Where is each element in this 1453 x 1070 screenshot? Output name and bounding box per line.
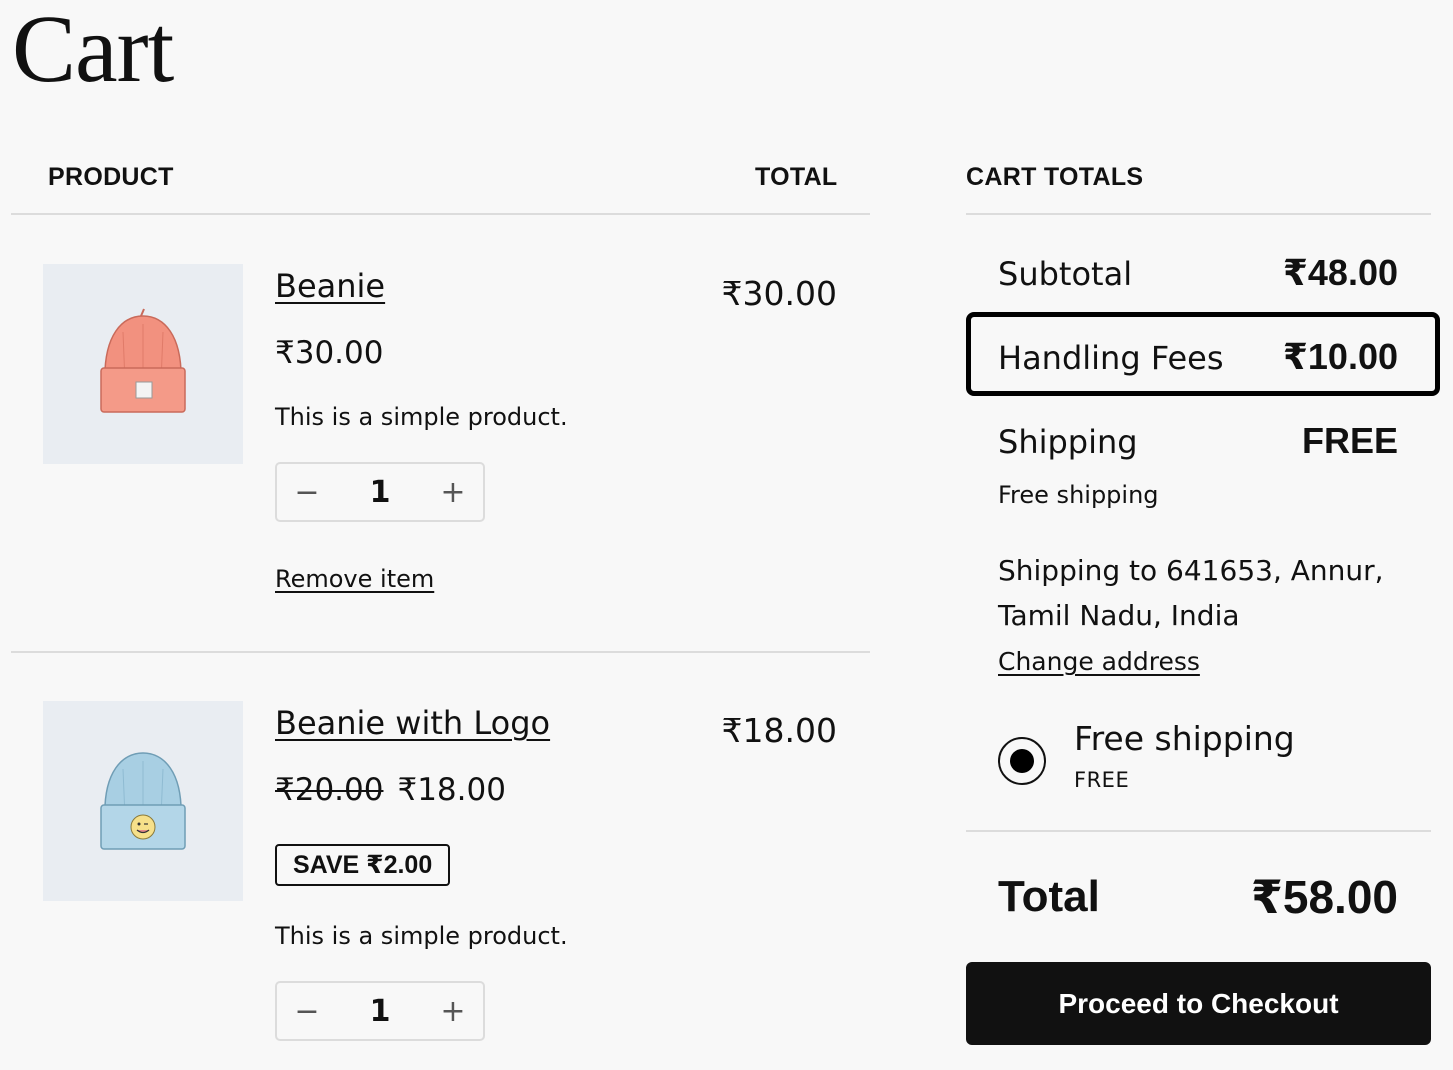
product-name-link[interactable]: Beanie: [275, 267, 385, 305]
quantity-stepper: − 1 +: [275, 981, 485, 1041]
shipping-option-price: FREE: [1074, 768, 1130, 792]
decrease-quantity-button[interactable]: −: [277, 983, 337, 1039]
beanie-with-logo-thumbnail[interactable]: [43, 701, 243, 901]
regular-price: ₹20.00: [275, 772, 384, 808]
item-divider: [11, 651, 870, 653]
beanie-thumbnail[interactable]: [43, 264, 243, 464]
shipping-address: Shipping to 641653, Annur, Tamil Nadu, I…: [998, 554, 1384, 632]
line-total: ₹30.00: [721, 274, 837, 313]
free-shipping-radio[interactable]: [998, 737, 1046, 785]
shipping-value: FREE: [1301, 420, 1398, 461]
line-total: ₹18.00: [721, 711, 837, 750]
total-value: ₹58.00: [1250, 871, 1398, 923]
quantity-value[interactable]: 1: [370, 994, 391, 1029]
shipping-method: Free shipping: [998, 481, 1159, 509]
product-column-header: PRODUCT: [48, 163, 174, 191]
product-name-link[interactable]: Beanie with Logo: [275, 704, 550, 742]
change-address-link[interactable]: Change address: [998, 647, 1200, 676]
product-price: ₹20.00 ₹18.00: [275, 772, 506, 808]
total-divider: [966, 830, 1431, 832]
beanie-with-logo-icon: [100, 752, 186, 850]
save-badge: SAVE ₹2.00: [275, 844, 451, 886]
quantity-stepper: − 1 +: [275, 462, 485, 522]
increase-quantity-button[interactable]: +: [423, 464, 483, 520]
total-label: Total: [998, 872, 1100, 921]
increase-quantity-button[interactable]: +: [423, 983, 483, 1039]
remove-item-link[interactable]: Remove item: [275, 565, 434, 593]
product-description: This is a simple product.: [275, 922, 568, 950]
shipping-label: Shipping: [998, 423, 1138, 461]
sale-price: ₹18.00: [397, 772, 506, 808]
cart-totals-heading: CART TOTALS: [966, 163, 1144, 191]
subtotal-label: Subtotal: [998, 255, 1133, 293]
product-description: This is a simple product.: [275, 403, 568, 431]
page-title: Cart: [12, 0, 174, 102]
quantity-value[interactable]: 1: [370, 475, 391, 510]
handling-fees-label: Handling Fees: [998, 339, 1224, 377]
totals-divider: [966, 213, 1431, 215]
radio-selected-dot: [1010, 749, 1034, 773]
shipping-option-label[interactable]: Free shipping: [1074, 719, 1295, 758]
header-divider: [11, 213, 870, 215]
total-column-header: TOTAL: [755, 163, 838, 191]
handling-fees-value: ₹10.00: [1282, 336, 1398, 377]
proceed-to-checkout-button[interactable]: Proceed to Checkout: [966, 962, 1431, 1045]
decrease-quantity-button[interactable]: −: [277, 464, 337, 520]
subtotal-value: ₹48.00: [1282, 252, 1398, 293]
beanie-icon: [100, 308, 186, 413]
product-price: ₹30.00: [275, 335, 384, 371]
